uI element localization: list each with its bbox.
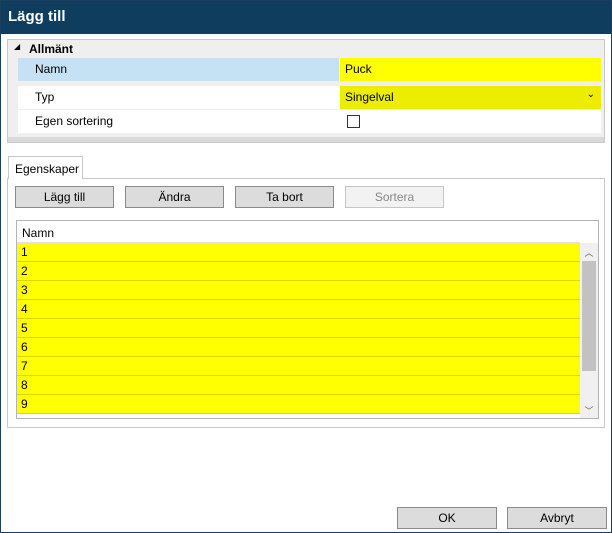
property-label: Typ: [35, 90, 55, 104]
scroll-up-icon[interactable]: ︿: [580, 243, 598, 260]
list-rows: 1 2 3 4 5 6 7 8 9: [17, 243, 580, 414]
list-item[interactable]: 6: [17, 338, 580, 357]
type-dropdown-value: Singelval: [345, 90, 394, 104]
collapse-triangle-icon[interactable]: ◢: [14, 42, 20, 51]
add-button[interactable]: Lägg till: [15, 186, 114, 208]
name-value-field[interactable]: Puck: [340, 58, 601, 81]
category-row-allmant[interactable]: ◢ Allmänt: [8, 40, 604, 58]
cancel-button[interactable]: Avbryt: [507, 507, 607, 529]
list-item[interactable]: 8: [17, 376, 580, 395]
list-item[interactable]: 2: [17, 262, 580, 281]
list-item[interactable]: 9: [17, 395, 580, 414]
dialog-window: Lägg till ◢ Allmänt Namn Puck Typ Singel…: [0, 0, 612, 533]
list-item[interactable]: 5: [17, 319, 580, 338]
property-label: Egen sortering: [35, 114, 114, 128]
edit-button[interactable]: Ändra: [125, 186, 224, 208]
window-title: Lägg till: [8, 8, 66, 25]
property-grid: ◢ Allmänt Namn Puck Typ Singelval ⌄ Egen…: [7, 39, 605, 143]
tab-egenskaper[interactable]: Egenskaper: [8, 156, 83, 179]
property-label: Namn: [18, 58, 339, 81]
ok-button[interactable]: OK: [397, 507, 497, 529]
list-item[interactable]: 3: [17, 281, 580, 300]
list-item[interactable]: 1: [17, 243, 580, 262]
category-label: Allmänt: [29, 42, 74, 56]
scroll-thumb[interactable]: [582, 261, 596, 371]
property-row-typ[interactable]: Typ Singelval ⌄: [18, 86, 601, 109]
remove-button[interactable]: Ta bort: [235, 186, 334, 208]
column-header-namn[interactable]: Namn: [17, 221, 580, 243]
list-item[interactable]: 7: [17, 357, 580, 376]
list-item[interactable]: 4: [17, 300, 580, 319]
custom-sort-value: [340, 110, 601, 133]
chevron-down-icon[interactable]: ⌄: [587, 89, 595, 100]
sort-button[interactable]: Sortera: [345, 186, 444, 208]
properties-list: Namn 1 2 3 4 5 6 7 8 9 ︿ ﹀: [16, 220, 599, 419]
property-row-namn[interactable]: Namn Puck: [18, 58, 601, 81]
vertical-scrollbar[interactable]: ︿ ﹀: [580, 243, 598, 418]
scroll-down-icon[interactable]: ﹀: [580, 401, 598, 418]
type-dropdown[interactable]: Singelval ⌄: [340, 86, 601, 109]
custom-sort-checkbox[interactable]: [347, 115, 360, 128]
property-row-egen-sortering[interactable]: Egen sortering: [18, 110, 601, 133]
title-bar[interactable]: Lägg till: [1, 1, 611, 34]
property-grid-footer-band: [8, 137, 604, 142]
